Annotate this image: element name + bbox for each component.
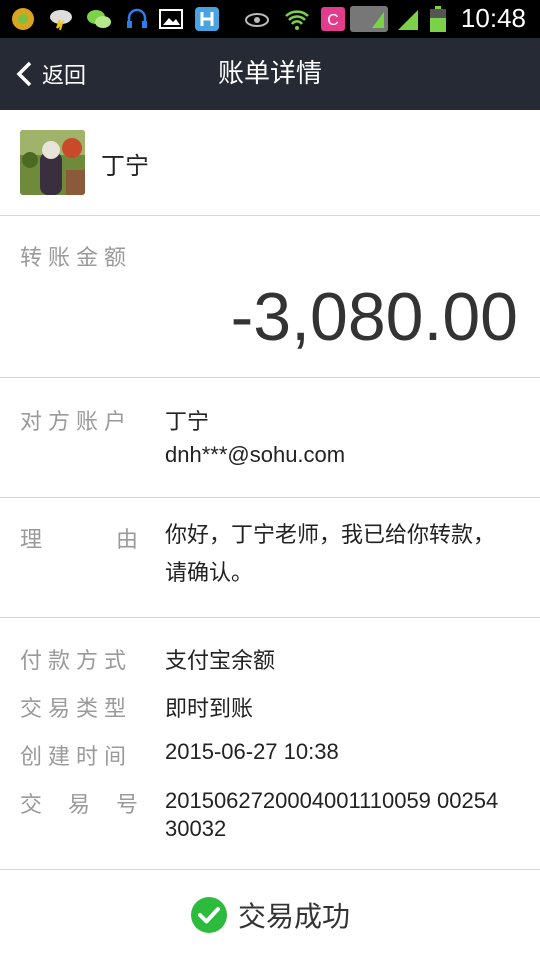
clock: 10:48 xyxy=(460,3,526,33)
created-time-label: 创建时间 xyxy=(20,745,133,770)
image-icon xyxy=(159,9,183,29)
weather-icon xyxy=(50,10,72,31)
trade-type-label: 交易类型 xyxy=(20,697,133,722)
created-time-value: 2015-06-27 10:38 xyxy=(165,739,339,764)
avatar xyxy=(20,130,85,195)
account-label: 对方账户 xyxy=(20,410,133,435)
account-section: 对方账户 丁宁 dnh***@sohu.com xyxy=(0,378,540,498)
signal-g-icon xyxy=(398,10,418,30)
payee-row[interactable]: 丁宁 xyxy=(0,110,540,216)
status-bar: C 10:48 xyxy=(0,0,540,38)
trade-no-label: 交易号 xyxy=(20,793,138,818)
svg-text:C: C xyxy=(327,12,339,29)
back-label: 返回 xyxy=(42,64,87,89)
chevron-left-icon xyxy=(16,61,32,87)
amount-section: 转账金额 -3,080.00 xyxy=(0,216,540,378)
trade-no-value: 2015062720004001110059 0025430032 xyxy=(165,788,499,841)
amount-label: 转账金额 xyxy=(20,246,133,271)
details-section: 付款方式 支付宝余额 交易类型 即时到账 创建时间 2015-06-27 10:… xyxy=(0,618,540,870)
app-notification-icon xyxy=(12,8,34,30)
trade-type-value: 即时到账 xyxy=(165,697,254,722)
wifi-icon xyxy=(285,10,309,30)
amount-value: -3,080.00 xyxy=(230,279,518,355)
eye-icon xyxy=(245,13,269,27)
reason-section: 理由 你好，丁宁老师，我已给你转款，请确认。 xyxy=(0,498,540,618)
payment-method-value: 支付宝余额 xyxy=(165,649,276,674)
reason-text: 你好，丁宁老师，我已给你转款，请确认。 xyxy=(165,523,496,586)
headset-icon xyxy=(127,8,147,28)
payment-method-label: 付款方式 xyxy=(20,649,133,674)
check-circle-icon xyxy=(190,897,227,933)
account-email: dnh***@sohu.com xyxy=(165,442,346,467)
app-c-icon: C xyxy=(321,7,345,31)
reason-label: 理由 xyxy=(20,528,138,553)
app-h-icon xyxy=(195,7,219,31)
account-name: 丁宁 xyxy=(165,410,210,435)
payee-name: 丁宁 xyxy=(101,152,149,180)
signal-3g-icon xyxy=(350,6,388,32)
back-button[interactable]: 返回 xyxy=(14,38,86,110)
nav-bar: 返回 账单详情 xyxy=(0,38,540,110)
battery-icon xyxy=(430,6,446,32)
trade-status-text: 交易成功 xyxy=(237,900,350,933)
trade-status: 交易成功 xyxy=(0,870,540,960)
wechat-icon xyxy=(87,10,111,28)
